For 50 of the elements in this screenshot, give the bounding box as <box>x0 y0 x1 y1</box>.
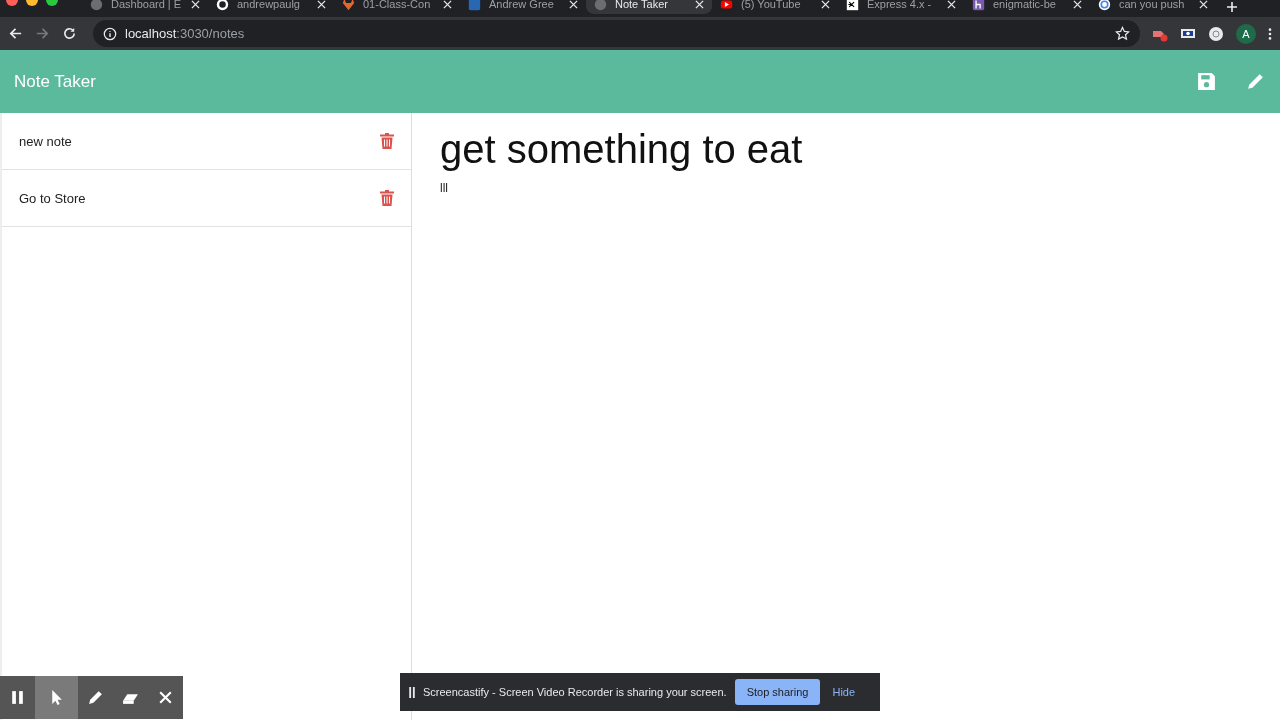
note-item[interactable]: Go to Store <box>2 170 411 227</box>
browser-tab[interactable]: Andrew Gree <box>460 0 586 14</box>
hide-button[interactable]: Hide <box>828 686 860 698</box>
browser-tab[interactable]: (5) YouTube <box>712 0 838 14</box>
close-icon[interactable] <box>317 0 326 9</box>
globe-icon <box>594 0 607 11</box>
more-icon[interactable] <box>1268 26 1272 41</box>
forward-icon[interactable] <box>35 26 50 41</box>
close-icon[interactable] <box>569 0 578 9</box>
close-icon[interactable] <box>1199 0 1208 9</box>
browser-tab[interactable]: andrewpaulg <box>208 0 334 14</box>
linkedin-icon <box>468 0 481 11</box>
browser-tab[interactable]: Express 4.x - <box>838 0 964 14</box>
express-icon <box>846 0 859 11</box>
stop-sharing-button[interactable]: Stop sharing <box>734 679 821 705</box>
star-icon[interactable] <box>1115 26 1130 41</box>
trash-icon[interactable] <box>380 133 394 149</box>
close-icon <box>157 689 174 706</box>
browser-tab[interactable]: 01-Class-Con <box>334 0 460 14</box>
sharing-message: Screencastify - Screen Video Recorder is sharing your screen. <box>423 686 727 698</box>
plus-icon[interactable] <box>1226 1 1238 13</box>
circle-icon[interactable] <box>1208 25 1224 42</box>
close-icon[interactable] <box>695 0 704 9</box>
reload-icon[interactable] <box>62 26 77 41</box>
trash-icon[interactable] <box>380 190 394 206</box>
youtube-icon <box>720 0 733 11</box>
fox-icon <box>342 0 355 11</box>
info-icon <box>103 26 117 41</box>
globe-icon <box>90 0 103 11</box>
close-icon[interactable] <box>821 0 830 9</box>
close-icon[interactable] <box>1073 0 1082 9</box>
back-icon[interactable] <box>8 26 23 41</box>
google-icon <box>1098 0 1111 11</box>
browser-tab[interactable]: enigmatic-be <box>964 0 1090 14</box>
note-text-field[interactable]: lll <box>440 181 1252 195</box>
cursor-tool-button[interactable] <box>35 676 78 719</box>
close-icon[interactable] <box>443 0 452 9</box>
browser-tab[interactable]: Dashboard | E <box>82 0 208 14</box>
address-field[interactable]: localhost:3030/notes <box>93 20 1140 47</box>
browser-tab[interactable]: can you push <box>1090 0 1216 14</box>
heroku-icon <box>972 0 985 11</box>
browser-tab[interactable]: Note Taker <box>586 0 712 14</box>
close-icon[interactable] <box>947 0 956 9</box>
pencil-icon <box>87 689 104 706</box>
pause-icon <box>9 689 26 706</box>
note-title-field[interactable]: get something to eat <box>440 127 1252 171</box>
profile-avatar[interactable]: A <box>1236 23 1256 44</box>
pause-icon <box>409 686 415 698</box>
close-icon[interactable] <box>191 0 200 9</box>
note-item[interactable]: new note <box>2 113 411 170</box>
